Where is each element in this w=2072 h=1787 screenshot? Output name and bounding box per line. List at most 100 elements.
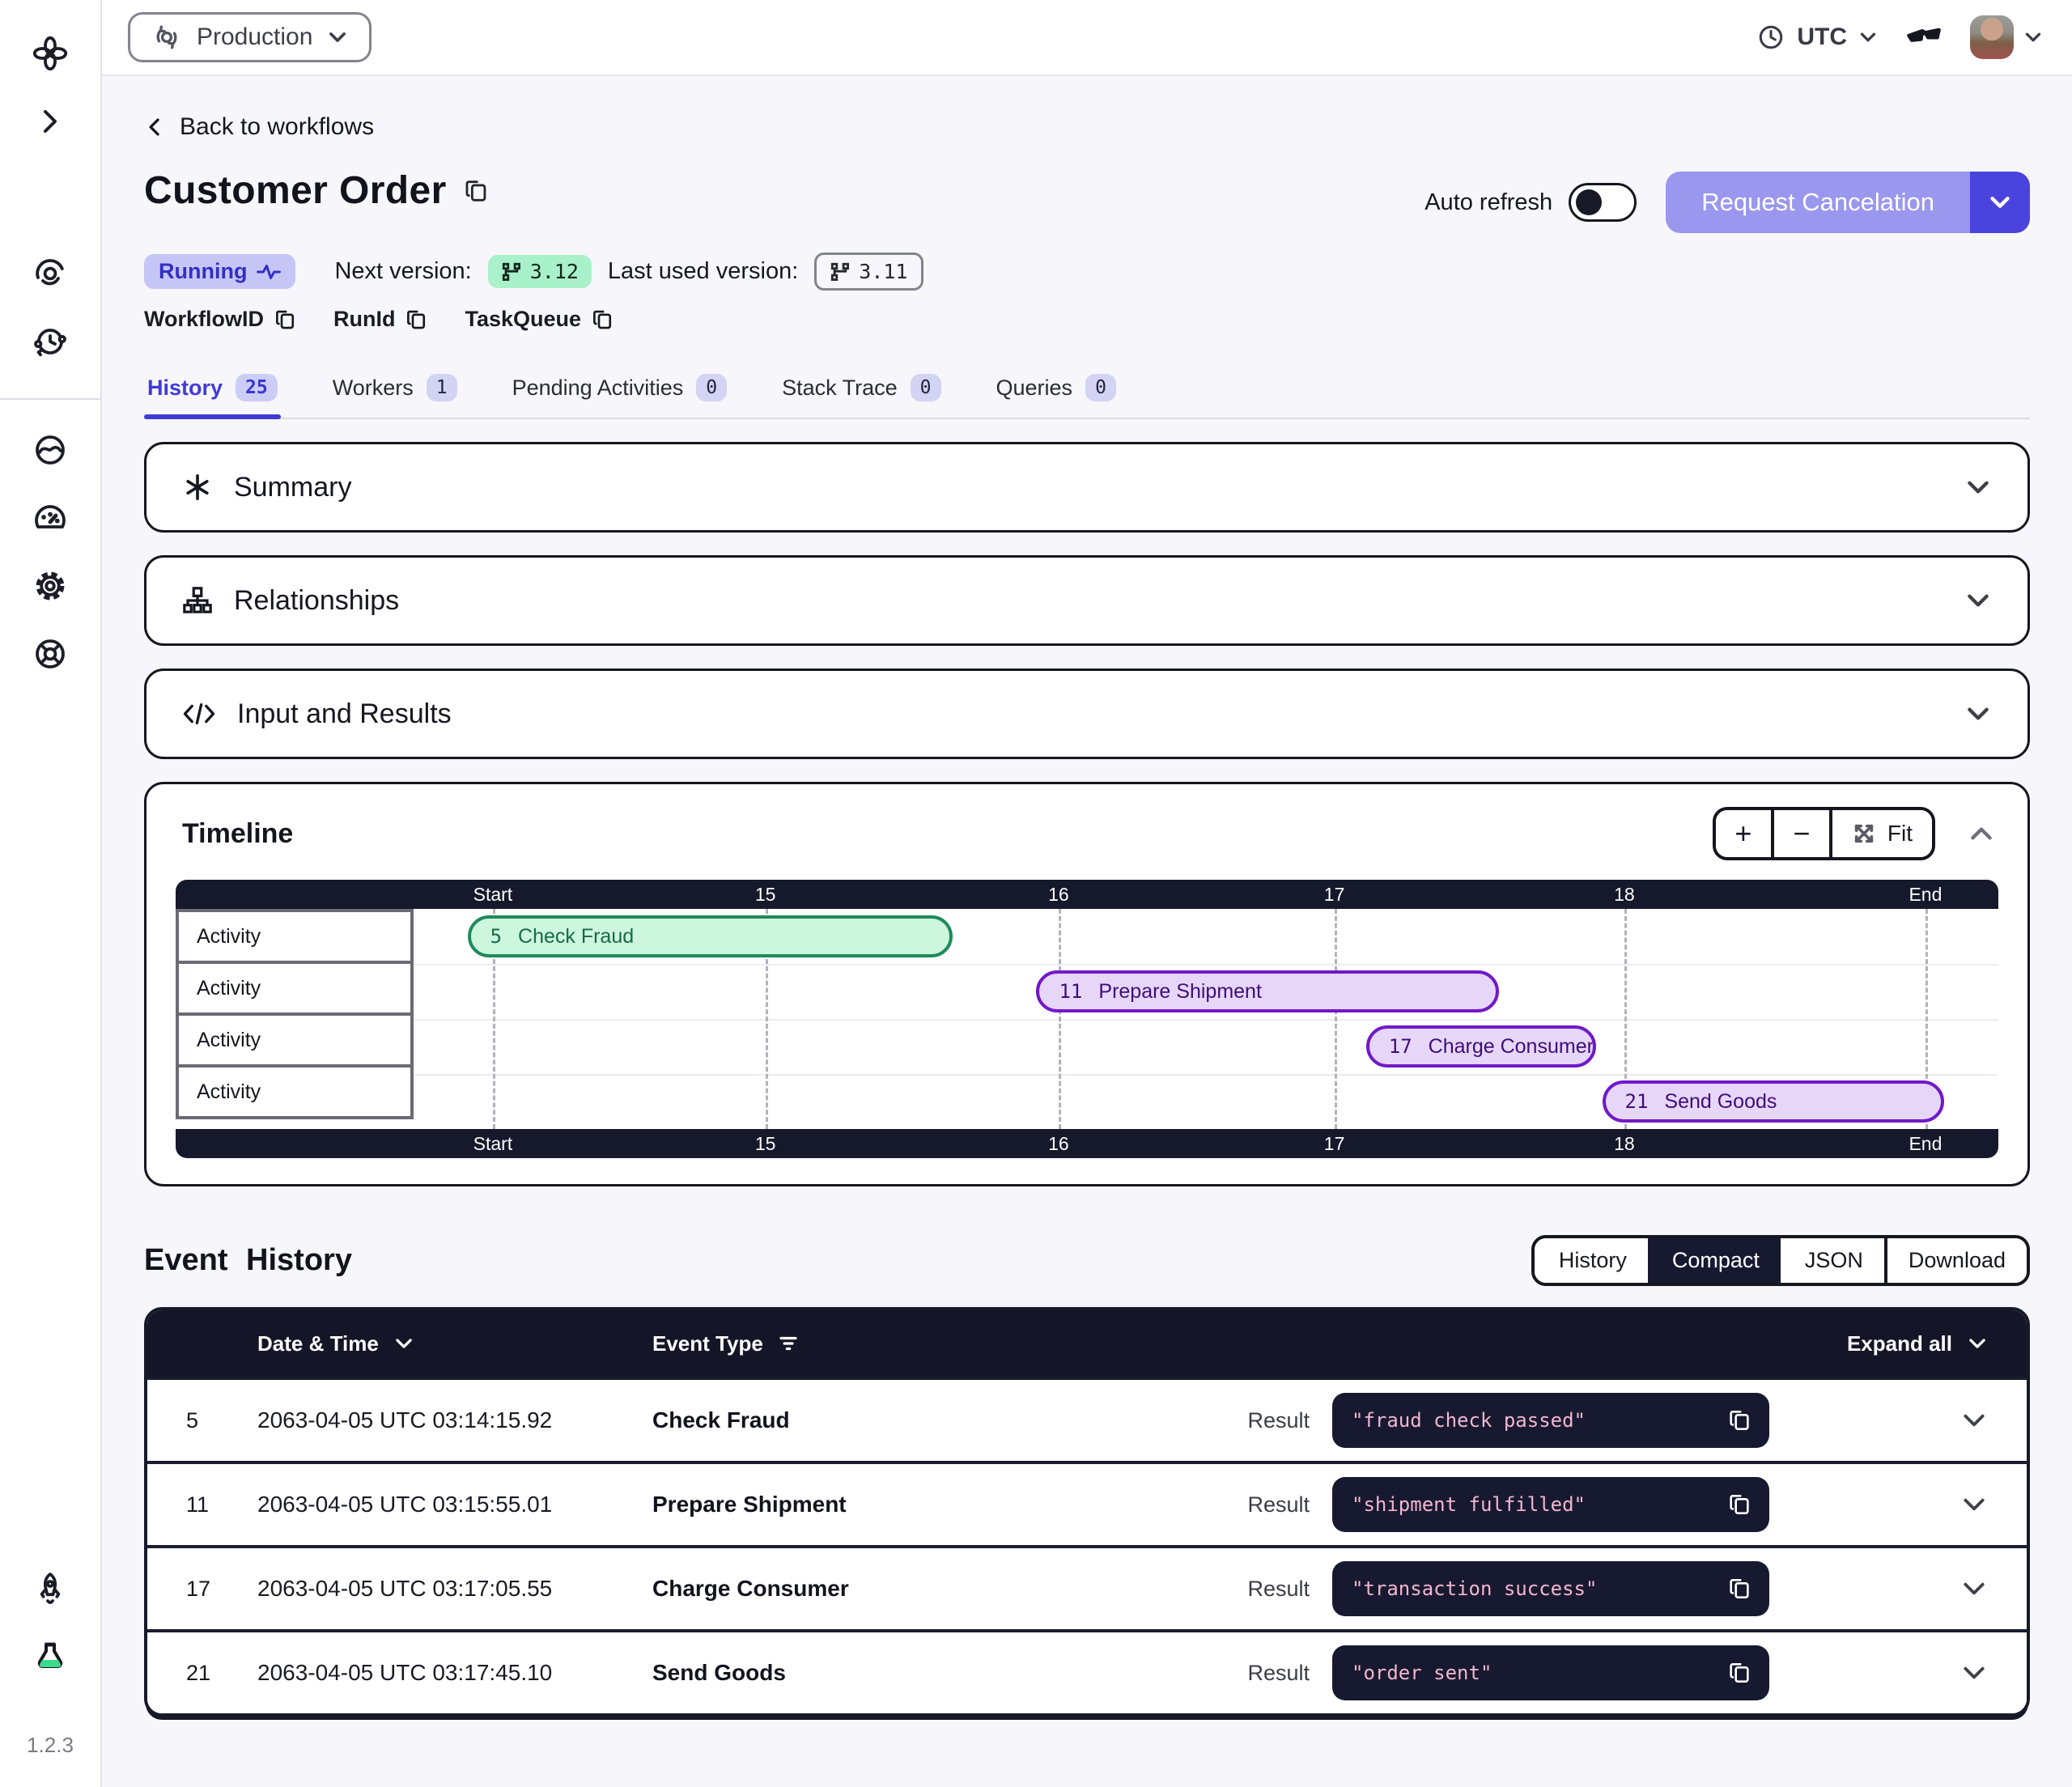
event-type: Send Goods xyxy=(652,1660,1187,1686)
result-label: Result xyxy=(1187,1492,1332,1517)
tab-history[interactable]: History25 xyxy=(144,364,281,418)
copy-result-icon[interactable] xyxy=(1727,1660,1753,1686)
workflow-id-chip[interactable]: WorkflowID xyxy=(144,307,298,332)
chevron-down-icon[interactable] xyxy=(1964,700,1992,728)
expand-sidebar-chevron-icon[interactable] xyxy=(26,97,74,146)
labs-flask-icon[interactable] xyxy=(26,1632,74,1681)
timeline-tick-label: 16 xyxy=(1048,880,1069,909)
tab-pending-activities[interactable]: Pending Activities0 xyxy=(509,364,730,418)
workflow-detail-page: Back to workflows Customer Order Auto re… xyxy=(102,76,2072,1787)
view-compact-button[interactable]: Compact xyxy=(1648,1238,1781,1283)
event-row-charge-consumer[interactable]: 17 2063-04-05 UTC 03:17:05.55 Charge Con… xyxy=(147,1545,2027,1629)
result-value-pill[interactable]: "order sent" xyxy=(1332,1645,1769,1700)
timeline-tick-label: 17 xyxy=(1324,1129,1345,1158)
timeline-tick-label: 18 xyxy=(1614,1129,1635,1158)
hierarchy-icon xyxy=(182,585,213,616)
timeline-tick-label: 18 xyxy=(1614,880,1635,909)
result-value-pill[interactable]: "transaction success" xyxy=(1332,1561,1769,1616)
expand-all-button[interactable]: Expand all xyxy=(1769,1331,1988,1356)
app-logo-icon[interactable] xyxy=(26,29,74,78)
event-datetime: 2063-04-05 UTC 03:14:15.92 xyxy=(257,1407,652,1433)
event-datetime: 2063-04-05 UTC 03:17:45.10 xyxy=(257,1660,652,1686)
page-title: Customer Order xyxy=(144,168,490,213)
auto-refresh-toggle[interactable] xyxy=(1569,183,1637,222)
event-id: 21 xyxy=(186,1661,257,1686)
copy-icon[interactable] xyxy=(405,308,429,332)
view-json-button[interactable]: JSON xyxy=(1781,1238,1884,1283)
result-value-pill[interactable]: "shipment fulfilled" xyxy=(1332,1477,1769,1532)
collapse-timeline-chevron-icon[interactable] xyxy=(1968,820,1995,847)
event-type: Check Fraud xyxy=(652,1407,1187,1433)
fit-button[interactable]: Fit xyxy=(1832,810,1932,857)
timeline-title: Timeline xyxy=(182,818,293,850)
relationships-section[interactable]: Relationships xyxy=(144,555,2030,646)
chevron-left-icon xyxy=(144,117,165,138)
copy-result-icon[interactable] xyxy=(1727,1576,1753,1602)
usage-gauge-icon[interactable] xyxy=(26,494,74,542)
next-version-label: Next version: xyxy=(334,258,471,285)
sidebar-divider xyxy=(0,398,101,400)
chevron-down-icon[interactable] xyxy=(1964,587,1992,614)
zoom-out-button[interactable]: − xyxy=(1774,810,1832,857)
timeline-bar-prepare-shipment[interactable]: 11Prepare Shipment xyxy=(1036,970,1499,1012)
event-row-send-goods[interactable]: 21 2063-04-05 UTC 03:17:45.10 Send Goods… xyxy=(147,1629,2027,1713)
run-id-chip[interactable]: RunId xyxy=(333,307,429,332)
zoom-in-button[interactable]: + xyxy=(1716,810,1774,857)
result-value-pill[interactable]: "fraud check passed" xyxy=(1332,1393,1769,1448)
feedback-glasses-icon[interactable] xyxy=(1904,17,1944,57)
asterisk-icon xyxy=(182,472,213,503)
download-button[interactable]: Download xyxy=(1884,1238,2027,1283)
task-queue-chip[interactable]: TaskQueue xyxy=(465,307,615,332)
support-lifebuoy-icon[interactable] xyxy=(26,630,74,678)
status-badge: Running xyxy=(144,254,295,289)
event-id: 11 xyxy=(186,1492,257,1517)
expand-row-chevron-icon[interactable] xyxy=(1960,1407,1988,1434)
tab-stack-trace[interactable]: Stack Trace0 xyxy=(779,364,944,418)
timeline-bar-send-goods[interactable]: 21Send Goods xyxy=(1603,1080,1945,1123)
result-value: "shipment fulfilled" xyxy=(1352,1493,1727,1516)
timeline-bar-check-fraud[interactable]: 5Check Fraud xyxy=(468,915,953,957)
clock-icon xyxy=(1756,23,1785,52)
sort-by-datetime[interactable]: Date & Time xyxy=(257,1331,652,1356)
copy-result-icon[interactable] xyxy=(1727,1407,1753,1433)
event-row-prepare-shipment[interactable]: 11 2063-04-05 UTC 03:15:55.01 Prepare Sh… xyxy=(147,1461,2027,1545)
chevron-down-icon[interactable] xyxy=(1964,473,1992,501)
user-menu[interactable] xyxy=(1970,15,2043,59)
left-sidebar: 1.2.3 xyxy=(0,0,102,1787)
copy-icon[interactable] xyxy=(591,308,615,332)
expand-row-chevron-icon[interactable] xyxy=(1960,1575,1988,1602)
environment-selector[interactable]: Production xyxy=(128,12,372,62)
chevron-down-icon xyxy=(393,1333,414,1354)
tab-queries[interactable]: Queries0 xyxy=(993,364,1119,418)
view-history-button[interactable]: History xyxy=(1535,1238,1648,1283)
summary-section[interactable]: Summary xyxy=(144,442,2030,533)
result-value: "transaction success" xyxy=(1352,1577,1727,1600)
request-cancelation-button[interactable]: Request Cancelation xyxy=(1666,172,2030,233)
event-row-check-fraud[interactable]: 5 2063-04-05 UTC 03:14:15.92 Check Fraud… xyxy=(147,1377,2027,1461)
avatar[interactable] xyxy=(1970,15,2014,59)
expand-row-chevron-icon[interactable] xyxy=(1960,1491,1988,1518)
back-to-workflows-link[interactable]: Back to workflows xyxy=(144,113,374,141)
event-datetime: 2063-04-05 UTC 03:15:55.01 xyxy=(257,1492,652,1517)
section-title: Summary xyxy=(234,472,351,503)
filter-event-type[interactable]: Event Type xyxy=(652,1331,1187,1356)
timezone-selector[interactable]: UTC xyxy=(1756,23,1878,52)
namespaces-icon[interactable] xyxy=(26,426,74,474)
event-type: Charge Consumer xyxy=(652,1576,1187,1602)
input-results-section[interactable]: Input and Results xyxy=(144,669,2030,759)
event-history-view-switcher: History Compact JSON Download xyxy=(1531,1235,2030,1286)
tab-workers[interactable]: Workers1 xyxy=(329,364,461,418)
copy-result-icon[interactable] xyxy=(1727,1492,1753,1517)
getting-started-rocket-icon[interactable] xyxy=(26,1564,74,1613)
timeline-bar-charge-consumer[interactable]: 17Charge Consumer xyxy=(1366,1025,1596,1068)
copy-icon[interactable] xyxy=(274,308,298,332)
settings-gear-icon[interactable] xyxy=(26,562,74,610)
timeline-row-labels: Activity Activity Activity Activity xyxy=(176,909,414,1129)
schedules-icon[interactable] xyxy=(26,317,74,366)
copy-title-icon[interactable] xyxy=(463,177,490,205)
section-title: Input and Results xyxy=(237,698,452,730)
workflows-icon[interactable] xyxy=(26,249,74,298)
expand-row-chevron-icon[interactable] xyxy=(1960,1659,1988,1687)
cancelation-menu-chevron[interactable] xyxy=(1970,172,2030,233)
app-version: 1.2.3 xyxy=(27,1733,74,1758)
